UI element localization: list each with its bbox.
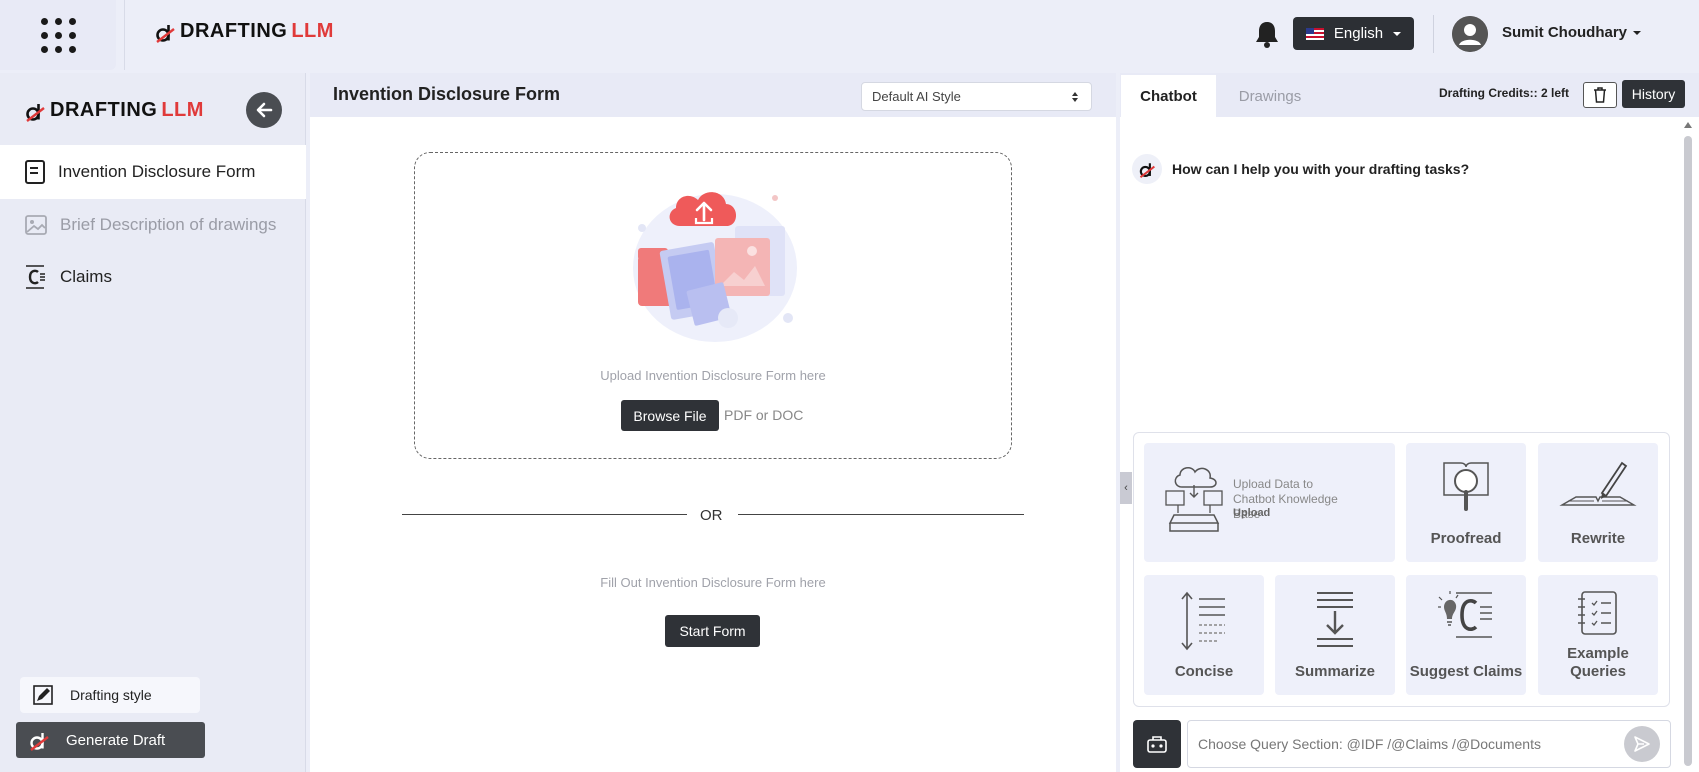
tool-label: Rewrite (1570, 530, 1626, 547)
summarize-tool-button[interactable]: Summarize (1275, 575, 1395, 695)
sidebar-item-claims[interactable]: Claims (0, 250, 306, 304)
brand-word-1: DRAFTING (180, 20, 288, 42)
chat-scrollbar[interactable] (1684, 136, 1692, 766)
example-queries-tool-button[interactable]: Example Queries (1538, 575, 1658, 695)
query-input[interactable] (1187, 720, 1671, 768)
upload-database-icon (1165, 467, 1223, 532)
image-icon (25, 215, 47, 235)
collapse-sidebar-button[interactable] (246, 92, 282, 128)
trash-icon (1594, 87, 1606, 103)
sidebar-item-label: Brief Description of drawings (60, 215, 277, 234)
logo-mark-icon (1139, 163, 1155, 178)
or-divider-right (738, 514, 1024, 515)
generate-draft-button[interactable]: Generate Draft (16, 722, 205, 758)
tool-label: Concise (1174, 663, 1234, 680)
tool-label: Suggest Claims (1409, 663, 1523, 680)
upload-illustration (633, 192, 797, 342)
apps-grid-icon (40, 17, 76, 53)
logo-mark-icon (156, 24, 175, 43)
upload-card-action[interactable]: Upload (1233, 507, 1270, 519)
user-name: Sumit Choudhary (1502, 24, 1628, 41)
bell-icon[interactable] (1253, 19, 1281, 49)
summarize-icon (1317, 592, 1353, 647)
document-icon (25, 160, 45, 184)
rewrite-tool-button[interactable]: Rewrite (1538, 443, 1658, 562)
language-label: English (1333, 25, 1384, 42)
drafting-style-button[interactable]: Drafting style (20, 677, 200, 713)
start-form-button[interactable]: Start Form (665, 615, 760, 647)
tool-label: Summarize (1294, 663, 1376, 680)
page-title: Invention Disclosure Form (333, 84, 561, 104)
or-divider-text: OR (700, 507, 723, 524)
tool-label: Example Queries (1567, 645, 1629, 680)
apps-menu-button[interactable] (0, 0, 116, 70)
suggest-claims-icon (1438, 591, 1492, 638)
pencil-edit-icon (33, 685, 53, 705)
proofread-tool-button[interactable]: Proofread (1406, 443, 1526, 562)
scroll-up-arrow-icon[interactable] (1684, 122, 1692, 128)
brand-word-2: LLM (291, 20, 334, 42)
drafting-style-label: Drafting style (70, 687, 152, 703)
briefcase-query-icon (1147, 736, 1167, 753)
arrow-left-icon (256, 102, 273, 118)
us-flag-icon (1305, 27, 1324, 40)
brand-logo[interactable]: DRAFTING LLM (154, 20, 334, 43)
sidebar-item-invention-disclosure-form[interactable]: Invention Disclosure Form (0, 145, 306, 199)
suggest-claims-tool-button[interactable]: Suggest Claims (1406, 575, 1526, 695)
browse-file-button[interactable]: Browse File (621, 400, 719, 431)
history-button[interactable]: History (1622, 80, 1685, 108)
bot-avatar (1132, 154, 1162, 184)
send-button[interactable] (1624, 726, 1660, 762)
brand-word-1: DRAFTING (50, 99, 158, 121)
user-avatar-icon[interactable] (1452, 16, 1488, 52)
sidebar-logo: DRAFTING LLM (24, 99, 204, 122)
generate-draft-label: Generate Draft (66, 731, 166, 749)
concise-lines-icon (1181, 591, 1225, 651)
tab-drawings[interactable]: Drawings (1220, 75, 1320, 117)
select-arrows-icon (1072, 91, 1078, 102)
bot-message: How can I help you with your drafting ta… (1172, 161, 1470, 177)
drafting-credits: Drafting Credits:: 2 left (1439, 86, 1570, 100)
tool-label: Proofread (1430, 530, 1502, 547)
clear-chat-button[interactable] (1583, 82, 1617, 108)
caret-down-icon (1633, 30, 1642, 35)
brand-word-2: LLM (161, 99, 204, 121)
user-menu[interactable]: Sumit Choudhary (1502, 24, 1642, 41)
sidebar-item-label: Invention Disclosure Form (58, 162, 256, 181)
pen-book-icon (1559, 461, 1637, 506)
upload-label: Upload Invention Disclosure Form here (600, 368, 826, 383)
caret-down-icon (1393, 31, 1402, 36)
collapse-panel-toggle[interactable]: ‹ (1120, 472, 1132, 504)
concise-tool-button[interactable]: Concise (1144, 575, 1264, 695)
example-list-icon (1578, 591, 1617, 635)
or-divider-left (402, 514, 687, 515)
fill-form-label: Fill Out Invention Disclosure Form here (600, 575, 826, 590)
topbar-divider (1433, 15, 1434, 53)
sidebar-item-brief-description[interactable]: Brief Description of drawings (0, 198, 306, 252)
logo-mark-icon (30, 733, 49, 751)
magnify-book-icon (1443, 462, 1489, 511)
file-format-note: PDF or DOC (724, 407, 804, 423)
sidebar-item-label: Claims (60, 267, 112, 286)
logo-mark-icon (26, 103, 45, 122)
language-dropdown[interactable]: English (1293, 17, 1414, 50)
tab-chatbot[interactable]: Chatbot (1121, 75, 1216, 117)
send-icon (1634, 736, 1650, 752)
ai-style-select[interactable]: Default AI Style (861, 82, 1092, 111)
claims-icon (26, 265, 45, 289)
ai-style-selected: Default AI Style (872, 89, 961, 104)
query-section-button[interactable] (1133, 720, 1181, 768)
